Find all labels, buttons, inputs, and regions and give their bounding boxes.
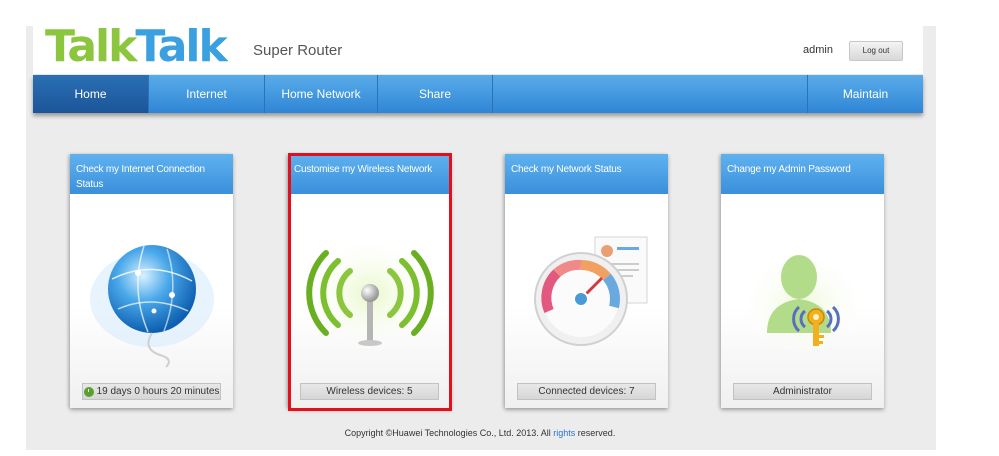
main-nav: Home Internet Home Network Share Maintai… xyxy=(33,75,923,113)
card-admin-password[interactable]: Change my Admin Password Administrator xyxy=(721,154,884,408)
footer-copyright: Copyright ©Huawei Technologies Co., Ltd.… xyxy=(0,428,960,438)
admin-status: Administrator xyxy=(733,383,872,400)
card-title: Check my Network Status xyxy=(505,154,668,194)
tab-share[interactable]: Share xyxy=(378,75,493,113)
talktalk-logo: TalkTalk xyxy=(45,21,228,72)
admin-key-icon xyxy=(721,194,884,374)
card-title: Change my Admin Password xyxy=(721,154,884,194)
card-network-status[interactable]: Check my Network Status Connected device… xyxy=(505,154,668,408)
username: admin xyxy=(803,44,833,56)
tab-maintain[interactable]: Maintain xyxy=(808,75,923,113)
clock-icon xyxy=(83,386,94,397)
nav-spacer xyxy=(493,75,808,113)
tab-internet[interactable]: Internet xyxy=(149,75,265,113)
rights-link[interactable]: rights xyxy=(553,428,575,438)
header: TalkTalk Super Router admin Log out xyxy=(33,22,923,74)
tab-home[interactable]: Home xyxy=(33,75,149,113)
copyright-text: Copyright ©Huawei Technologies Co., Ltd.… xyxy=(344,428,551,438)
tab-home-network[interactable]: Home Network xyxy=(265,75,378,113)
router-subtitle: Super Router xyxy=(253,42,343,59)
copyright-suffix: reserved. xyxy=(577,428,616,438)
logout-button[interactable]: Log out xyxy=(849,41,903,61)
globe-icon xyxy=(70,194,233,374)
card-title: Check my Internet Connection Status xyxy=(70,154,233,194)
speedometer-icon xyxy=(505,194,668,374)
selection-highlight xyxy=(288,153,452,411)
connected-devices-status: Connected devices: 7 xyxy=(517,383,656,400)
connection-time: 19 days 0 hours 20 minutes xyxy=(96,386,220,397)
connection-time-status: 19 days 0 hours 20 minutes xyxy=(82,383,221,400)
card-internet-status[interactable]: Check my Internet Connection Status 19 d… xyxy=(70,154,233,408)
